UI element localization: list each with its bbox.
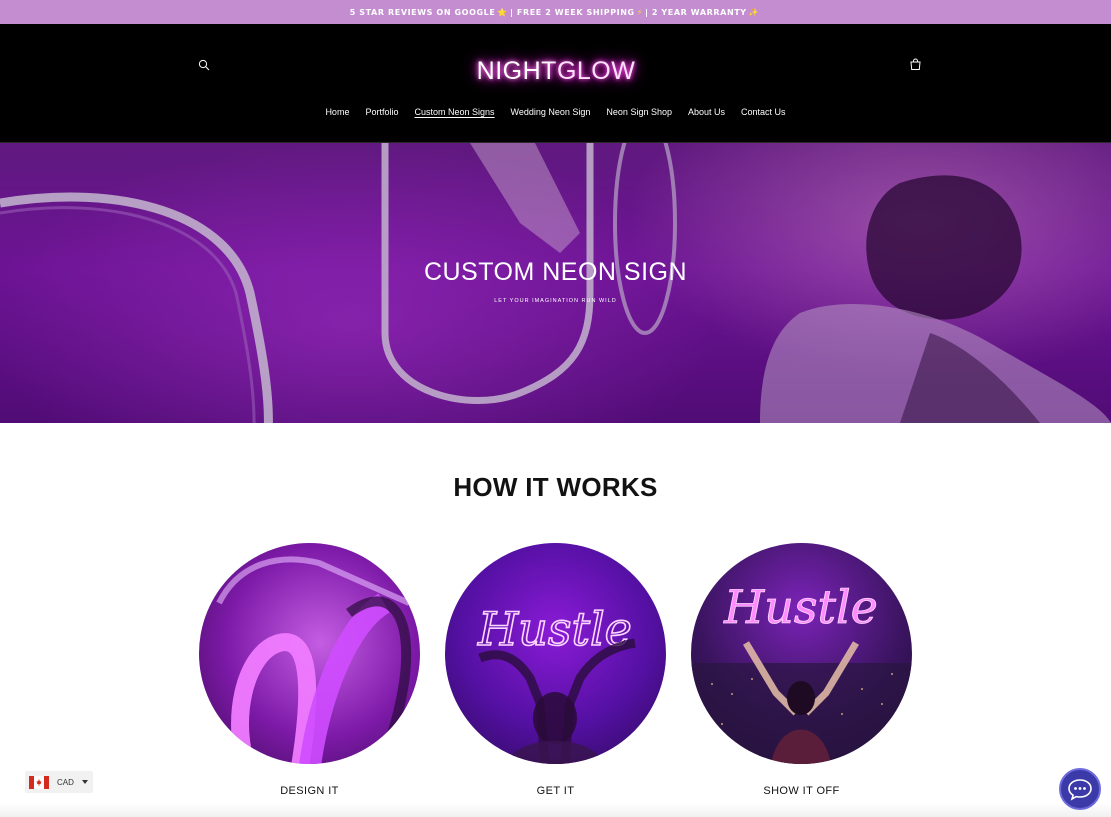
- nav-portfolio[interactable]: Portfolio: [365, 107, 398, 123]
- step-show-it-off: Hustle SHOW IT OFF: [691, 543, 912, 797]
- star-icon: ⭐: [497, 7, 508, 17]
- search-icon: [198, 59, 210, 71]
- announcement-text-reviews: 5 STAR REVIEWS ON GOOGLE: [349, 7, 496, 17]
- cart-button[interactable]: [904, 53, 926, 75]
- neon-text-hustle-lit: Hustle: [723, 580, 878, 634]
- step-get-it: Hustle GET IT: [445, 543, 666, 797]
- nav-custom-neon-signs[interactable]: Custom Neon Signs: [414, 107, 494, 123]
- step-design-it: DESIGN IT: [199, 543, 420, 797]
- get-it-image: Hustle: [445, 543, 666, 764]
- hustle-sign-image: Hustle: [476, 601, 636, 764]
- logo-text-glow: GLOW: [556, 56, 636, 85]
- canada-flag-icon: [29, 775, 49, 789]
- currency-code: CAD: [57, 777, 74, 787]
- nav-contact-us[interactable]: Contact Us: [741, 107, 786, 123]
- show-it-off-image: Hustle: [691, 543, 912, 764]
- hero-title: CUSTOM NEON SIGN: [423, 258, 688, 286]
- sparkle-icon: ✨: [748, 7, 760, 17]
- step-label-design-it: DESIGN IT: [280, 785, 339, 797]
- announcement-bar: 5 STAR REVIEWS ON GOOGLE ⭐ | FREE 2 WEEK…: [0, 0, 1111, 24]
- hero-banner: CUSTOM NEON SIGN LET YOUR IMAGINATION RU…: [0, 143, 1111, 423]
- site-header: NIGHT GLOW Home Portfolio Custom Neon Si…: [0, 24, 1111, 143]
- nav-about-us[interactable]: About Us: [688, 107, 725, 123]
- logo-text-night: NIGHT: [476, 56, 557, 85]
- cart-icon: [909, 58, 921, 70]
- design-it-image: [199, 543, 420, 764]
- announcement-text-warranty: | 2 YEAR WARRANTY: [644, 7, 747, 17]
- chat-bubble-icon: [1068, 779, 1092, 801]
- nav-home[interactable]: Home: [325, 107, 349, 123]
- hustle-city-image: Hustle: [691, 580, 912, 764]
- announcement-text-shipping: | FREE 2 WEEK SHIPPING: [509, 7, 635, 17]
- step-label-show-it-off: SHOW IT OFF: [763, 785, 840, 797]
- search-button[interactable]: [193, 54, 215, 76]
- nav-wedding-neon-sign[interactable]: Wedding Neon Sign: [511, 107, 591, 123]
- hero-subtitle: LET YOUR IMAGINATION RUN WILD: [494, 298, 617, 304]
- nav-neon-sign-shop[interactable]: Neon Sign Shop: [606, 107, 672, 123]
- main-nav: Home Portfolio Custom Neon Signs Wedding…: [0, 107, 1111, 123]
- site-logo[interactable]: NIGHT GLOW: [455, 50, 657, 92]
- lightning-icon: ⚡: [636, 7, 643, 17]
- chevron-down-icon: [81, 780, 88, 784]
- currency-selector[interactable]: CAD: [25, 771, 93, 793]
- bottom-shadow: [0, 803, 1111, 817]
- neon-tube-closeup-image: [216, 556, 412, 764]
- step-label-get-it: GET IT: [536, 785, 575, 797]
- how-it-works-title: HOW IT WORKS: [453, 472, 658, 502]
